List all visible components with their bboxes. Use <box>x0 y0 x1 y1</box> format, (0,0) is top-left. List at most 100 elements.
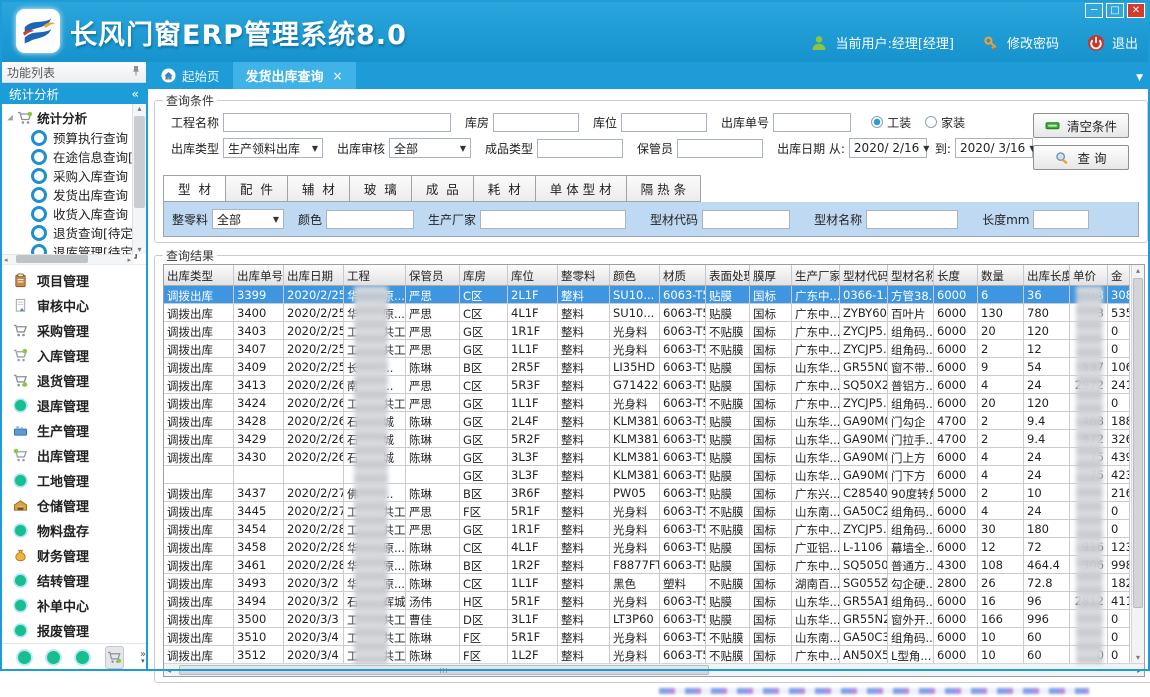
collapse-icon[interactable]: « <box>131 86 139 101</box>
pin-icon[interactable] <box>131 65 141 79</box>
table-row[interactable]: 调拨出库34302020/2/26石城陈琳G区3L3F整料KLM38176063… <box>164 448 1130 466</box>
profile-code-input[interactable] <box>702 210 790 229</box>
table-row[interactable]: 调拨出库35122020/3/4工共工程陈琳F区1L2F整料光身料6063-T5… <box>164 646 1130 664</box>
date-to-picker[interactable]: 2020/ 3/16▼ <box>955 138 1033 158</box>
sidebar-item[interactable]: 财务管理 <box>2 543 146 568</box>
warehouse-input[interactable] <box>493 113 579 132</box>
statistics-module-button[interactable] <box>105 646 124 669</box>
table-row[interactable]: 调拨出库34072020/2/25工共工程严思G区1L1F整料光身料6063-T… <box>164 340 1130 358</box>
column-header[interactable]: 金 <box>1108 265 1130 285</box>
tree-root[interactable]: ◢ 统计分析 <box>7 107 146 128</box>
sidebar-item[interactable]: 采购管理 <box>2 318 146 343</box>
date-from-picker[interactable]: 2020/ 2/16▼ <box>849 138 927 158</box>
column-header[interactable]: 表面处理 <box>706 265 750 285</box>
column-header[interactable]: 出库长度 <box>1024 265 1070 285</box>
table-row[interactable]: 调拨出库34372020/2/27佛...陈琳B区3R6F整料PW056063-… <box>164 484 1130 502</box>
table-row[interactable]: 调拨出库34282020/2/26石城陈琳G区2L4F整料KLM38176063… <box>164 412 1130 430</box>
keeper-input[interactable] <box>677 139 763 158</box>
scroll-down-icon[interactable]: ▾ <box>1136 653 1140 662</box>
sidebar-item[interactable]: 仓储管理 <box>2 493 146 518</box>
table-row[interactable]: 调拨出库34542020/2/28工共工程严思G区1R1F整料光身料6063-T… <box>164 520 1130 538</box>
sidebar-item[interactable]: 项目管理 <box>2 268 146 293</box>
material-tab[interactable]: 成 品 <box>412 175 474 202</box>
tab-close-icon[interactable]: × <box>333 69 343 83</box>
material-tab[interactable]: 辅 材 <box>288 175 350 202</box>
tree-item[interactable]: 退货查询[待定] <box>7 223 146 242</box>
column-header[interactable]: 生产厂家 <box>792 265 840 285</box>
product-type-input[interactable] <box>537 139 623 158</box>
table-row[interactable]: 调拨出库34292020/2/26石城陈琳G区5R2F整料KLM38176063… <box>164 430 1130 448</box>
out-type-select[interactable]: 生产领料出库▼ <box>223 138 323 158</box>
tree-item[interactable]: 在途信息查询[待 <box>7 147 146 166</box>
column-header[interactable]: 数量 <box>978 265 1024 285</box>
sidebar-item[interactable]: 结转管理 <box>2 568 146 593</box>
tree-expander-icon[interactable]: ◢ <box>7 113 13 121</box>
column-header[interactable]: 颜色 <box>610 265 660 285</box>
table-row[interactable]: 调拨出库34582020/2/28华原...陈琳C区4L1F整料光身料6063-… <box>164 538 1130 556</box>
clear-conditions-button[interactable]: 清空条件 <box>1033 113 1129 138</box>
tab-shipping-out-query[interactable]: 发货出库查询× <box>233 62 356 89</box>
module-dot-icon[interactable] <box>76 651 89 664</box>
column-header[interactable]: 出库单号 <box>234 265 284 285</box>
scroll-right-icon[interactable]: ▸ <box>1137 666 1141 675</box>
project-name-input[interactable] <box>223 113 451 132</box>
tree-vscroll-thumb[interactable] <box>134 116 145 208</box>
manufacturer-input[interactable] <box>480 210 626 229</box>
column-header[interactable]: 出库日期 <box>284 265 344 285</box>
table-row[interactable]: 调拨出库35102020/3/4工共工程陈琳F区5R1F整料光身料6063-T5… <box>164 628 1130 646</box>
material-tab[interactable]: 单 体 型 材 <box>536 175 627 202</box>
tree-hscroll-thumb[interactable] <box>16 255 88 263</box>
column-header[interactable]: 保管员 <box>406 265 460 285</box>
sidebar-group-header[interactable]: 统计分析 « <box>2 83 146 104</box>
sidebar-item[interactable]: 出库管理 <box>2 443 146 468</box>
table-row[interactable]: 调拨出库34612020/2/28华原...陈琳B区1R2F整料F8877FT6… <box>164 556 1130 574</box>
table-row[interactable]: 调拨出库33992020/2/25华原...严思C区2L1F整料SU10...6… <box>164 286 1130 304</box>
column-header[interactable]: 长度 <box>934 265 978 285</box>
module-dot-icon[interactable] <box>47 651 60 664</box>
table-row[interactable]: 调拨出库34002020/2/25华原...严思C区4L1F整料SU10...6… <box>164 304 1130 322</box>
sidebar-item[interactable]: 生产管理 <box>2 418 146 443</box>
whole-part-select[interactable]: 全部▼ <box>212 209 284 229</box>
search-button[interactable]: 查 询 <box>1033 145 1129 170</box>
maximize-button[interactable]: □ <box>1106 3 1124 18</box>
table-row[interactable]: G区3L3F整料KLM38176063-T5贴膜国标山东华...GA90M09.… <box>164 466 1130 484</box>
scroll-left-icon[interactable]: ◂ <box>4 256 8 264</box>
sidebar-item[interactable]: 物料盘存 <box>2 518 146 543</box>
scroll-left-icon[interactable]: ◂ <box>167 666 171 675</box>
sidebar-item[interactable]: 工地管理 <box>2 468 146 493</box>
radio-gongzhuang[interactable]: 工装 <box>871 114 911 131</box>
column-header[interactable]: 型材名称 <box>888 265 934 285</box>
change-password-link[interactable]: 修改密码 <box>1007 33 1059 52</box>
column-header[interactable]: 单价 <box>1070 265 1108 285</box>
sidebar-item[interactable]: 审核中心 <box>2 293 146 318</box>
table-row[interactable]: 调拨出库34132020/2/26南...严思C区5R3F整料G71422606… <box>164 376 1130 394</box>
sidebar-item[interactable]: 退库管理 <box>2 393 146 418</box>
tree-item[interactable]: 采购入库查询 <box>7 166 146 185</box>
tab-list-icon[interactable]: ▼ <box>1136 73 1143 83</box>
more-buttons-icon[interactable]: »▾ <box>140 652 146 664</box>
material-tab[interactable]: 耗 材 <box>474 175 536 202</box>
table-row[interactable]: 调拨出库34942020/3/2石辉城汤伟H区5R1F整料光身料6063-T5贴… <box>164 592 1130 610</box>
grid-hscroll-thumb[interactable] <box>179 665 709 675</box>
radio-jiazhuang[interactable]: 家装 <box>925 114 965 131</box>
table-row[interactable]: 调拨出库34032020/2/25工共工程严思G区1R1F整料光身料6063-T… <box>164 322 1130 340</box>
table-row[interactable]: 调拨出库35002020/3/3工共工程曹佳D区3L1F整料LT3P606063… <box>164 610 1130 628</box>
column-header[interactable]: 出库类型 <box>164 265 234 285</box>
scroll-up-icon[interactable]: ▴ <box>137 104 141 113</box>
location-input[interactable] <box>621 113 707 132</box>
sidebar-item[interactable]: 入库管理 <box>2 343 146 368</box>
column-header[interactable]: 整零料 <box>558 265 610 285</box>
scroll-down-icon[interactable]: ▾ <box>137 245 141 254</box>
table-row[interactable]: 调拨出库34242020/2/26工共工程严思G区1L1F整料光身料6063-T… <box>164 394 1130 412</box>
sidebar-item[interactable]: 报废管理 <box>2 618 146 643</box>
table-row[interactable]: 调拨出库34092020/2/25长...陈琳B区2R5F整料LI35HD606… <box>164 358 1130 376</box>
minimize-button[interactable]: ─ <box>1085 3 1103 18</box>
sidebar-item[interactable]: 补单中心 <box>2 593 146 618</box>
color-input[interactable] <box>326 210 414 229</box>
module-dot-icon[interactable] <box>18 651 31 664</box>
tab-start-page[interactable]: 起始页 <box>148 62 233 89</box>
sidebar-item[interactable]: 退货管理 <box>2 368 146 393</box>
column-header[interactable]: 材质 <box>660 265 706 285</box>
table-row[interactable]: 调拨出库34932020/3/2华原...陈琳C区1L1F整料黑色塑料不贴膜国标… <box>164 574 1130 592</box>
column-header[interactable]: 工程 <box>344 265 406 285</box>
